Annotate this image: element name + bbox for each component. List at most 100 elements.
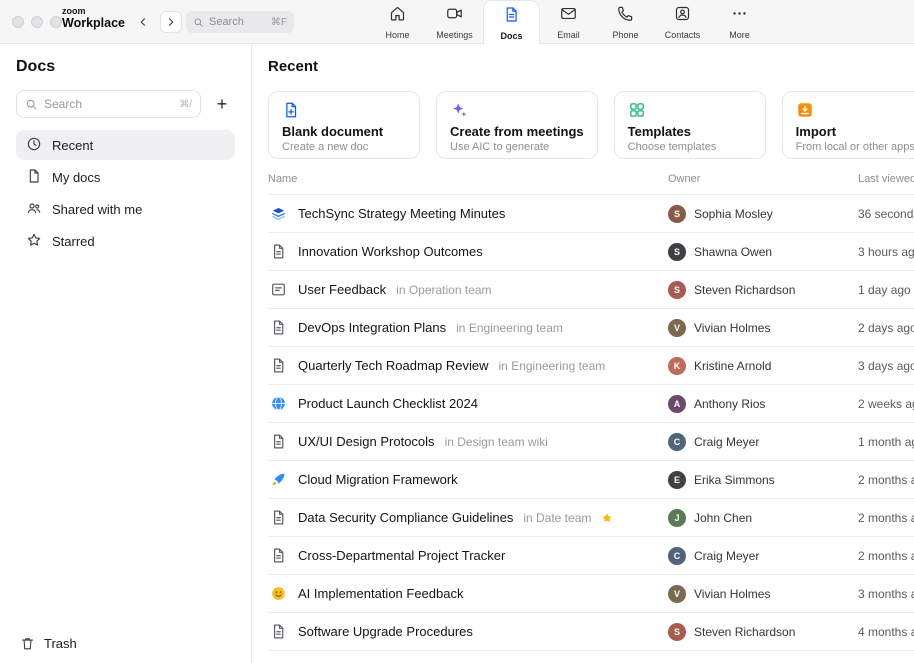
- table-row[interactable]: Product Launch Checklist 2024 A Anthony …: [268, 384, 914, 422]
- window-minimize-button[interactable]: [31, 16, 43, 28]
- doc-name-cell: AI Implementation Feedback: [268, 584, 668, 604]
- tab-home[interactable]: Home: [369, 0, 426, 44]
- contacts-icon: [674, 5, 691, 27]
- owner-avatar: A: [668, 395, 686, 413]
- rocket-icon: [268, 470, 288, 490]
- column-last-viewed: Last viewed: [858, 173, 914, 185]
- doc-title: Data Security Compliance Guidelines: [298, 510, 513, 525]
- owner-name: Anthony Rios: [694, 397, 765, 411]
- owner-cell: S Steven Richardson: [668, 281, 858, 299]
- globe-icon: [268, 394, 288, 414]
- quick-action-card-import[interactable]: Import From local or other apps: [782, 91, 914, 159]
- owner-name: Steven Richardson: [694, 283, 795, 297]
- docs-search-input[interactable]: Search ⌘/: [16, 90, 201, 118]
- owner-avatar: C: [668, 547, 686, 565]
- topbar-tabs: Home Meetings Docs Email Phone Contacts …: [369, 0, 768, 44]
- doc-context: in Engineering team: [456, 321, 563, 335]
- doc-title: Software Upgrade Procedures: [298, 624, 473, 639]
- table-row[interactable]: TechSync Strategy Meeting Minutes S Soph…: [268, 194, 914, 232]
- forward-button[interactable]: [160, 11, 182, 33]
- card-title: Create from meetings: [450, 124, 584, 139]
- table-row[interactable]: DevOps Integration Plans in Engineering …: [268, 308, 914, 346]
- last-viewed: 1 day ago: [858, 283, 914, 297]
- topbar: zoom Workplace Search ⌘F Home Meetings D…: [0, 0, 914, 44]
- doc-title: UX/UI Design Protocols: [298, 434, 435, 449]
- last-viewed: 2 months ago: [858, 473, 914, 487]
- grid-icon: [628, 101, 646, 119]
- quick-action-card-blank-document[interactable]: Blank document Create a new doc: [268, 91, 420, 159]
- owner-cell: S Shawna Owen: [668, 243, 858, 261]
- table-header: Name Owner Last viewed: [268, 171, 914, 194]
- import-icon: [796, 101, 814, 119]
- sidebar-item-shared-with-me[interactable]: Shared with me: [16, 194, 235, 224]
- doc-name-cell: Quarterly Tech Roadmap Review in Enginee…: [268, 356, 668, 376]
- sidebar-search-row: Search ⌘/ +: [16, 90, 235, 118]
- tab-label: Docs: [500, 31, 522, 41]
- table-row[interactable]: Cross-Departmental Project Tracker C Cra…: [268, 536, 914, 574]
- last-viewed: 2 months ago: [858, 549, 914, 563]
- sidebar-item-trash[interactable]: Trash: [16, 636, 81, 651]
- more-icon: [731, 5, 748, 27]
- tab-more[interactable]: More: [711, 0, 768, 44]
- table-row[interactable]: UX/UI Design Protocols in Design team wi…: [268, 422, 914, 460]
- owner-name: Craig Meyer: [694, 435, 759, 449]
- owner-cell: E Erika Simmons: [668, 471, 858, 489]
- doc-context: in Date team: [523, 511, 591, 525]
- tab-contacts[interactable]: Contacts: [654, 0, 711, 44]
- sidebar-item-my-docs[interactable]: My docs: [16, 162, 235, 192]
- history-nav: [132, 11, 182, 33]
- table-row[interactable]: Data Security Compliance Guidelines in D…: [268, 498, 914, 536]
- owner-name: Vivian Holmes: [694, 587, 770, 601]
- search-icon: [25, 98, 38, 111]
- app-body: Docs Search ⌘/ + Recent My docs Shared w…: [0, 44, 914, 663]
- doc-title: TechSync Strategy Meeting Minutes: [298, 206, 505, 221]
- tab-meetings[interactable]: Meetings: [426, 0, 483, 44]
- card-title: Import: [796, 124, 914, 139]
- tab-email[interactable]: Email: [540, 0, 597, 44]
- doc-context: in Operation team: [396, 283, 491, 297]
- table-body: TechSync Strategy Meeting Minutes S Soph…: [268, 194, 914, 651]
- chevron-right-icon: [165, 16, 177, 28]
- page-title: Recent: [268, 58, 914, 75]
- owner-avatar: E: [668, 471, 686, 489]
- sidebar: Docs Search ⌘/ + Recent My docs Shared w…: [0, 44, 252, 663]
- back-button[interactable]: [132, 11, 154, 33]
- sidebar-item-starred[interactable]: Starred: [16, 226, 235, 256]
- table-row[interactable]: Software Upgrade Procedures S Steven Ric…: [268, 612, 914, 650]
- docs-icon: [503, 6, 520, 28]
- last-viewed: 1 month ago: [858, 435, 914, 449]
- clock-icon: [26, 136, 42, 155]
- table-row[interactable]: AI Implementation Feedback V Vivian Holm…: [268, 574, 914, 612]
- owner-avatar: V: [668, 319, 686, 337]
- owner-cell: S Sophia Mosley: [668, 205, 858, 223]
- window-close-button[interactable]: [12, 16, 24, 28]
- tab-docs[interactable]: Docs: [483, 0, 540, 45]
- last-viewed: 3 days ago: [858, 359, 914, 373]
- global-search-input[interactable]: Search ⌘F: [186, 11, 294, 33]
- new-doc-button[interactable]: +: [209, 91, 235, 117]
- quick-action-card-create-from-meetings[interactable]: Create from meetings Use AIC to generate: [436, 91, 598, 159]
- owner-avatar: J: [668, 509, 686, 527]
- owner-avatar: S: [668, 623, 686, 641]
- logo-zoom-text: zoom: [62, 6, 125, 16]
- doc-name-cell: Innovation Workshop Outcomes: [268, 242, 668, 262]
- quick-action-card-templates[interactable]: Templates Choose templates: [614, 91, 766, 159]
- card-title: Templates: [628, 124, 752, 139]
- table-row[interactable]: Innovation Workshop Outcomes S Shawna Ow…: [268, 232, 914, 270]
- blank-doc-icon: [282, 101, 300, 119]
- doc-title: Cloud Migration Framework: [298, 472, 458, 487]
- tab-phone[interactable]: Phone: [597, 0, 654, 44]
- window-zoom-button[interactable]: [50, 16, 62, 28]
- owner-cell: J John Chen: [668, 509, 858, 527]
- owner-cell: V Vivian Holmes: [668, 585, 858, 603]
- table-row[interactable]: User Feedback in Operation team S Steven…: [268, 270, 914, 308]
- sidebar-item-recent[interactable]: Recent: [16, 130, 235, 160]
- doc-name-cell: Cloud Migration Framework: [268, 470, 668, 490]
- search-icon: [193, 17, 204, 28]
- table-row[interactable]: Quarterly Tech Roadmap Review in Enginee…: [268, 346, 914, 384]
- doc-name-cell: UX/UI Design Protocols in Design team wi…: [268, 432, 668, 452]
- sidebar-item-label: Shared with me: [52, 202, 142, 217]
- people-icon: [26, 200, 42, 219]
- doc-title: Cross-Departmental Project Tracker: [298, 548, 505, 563]
- table-row[interactable]: Cloud Migration Framework E Erika Simmon…: [268, 460, 914, 498]
